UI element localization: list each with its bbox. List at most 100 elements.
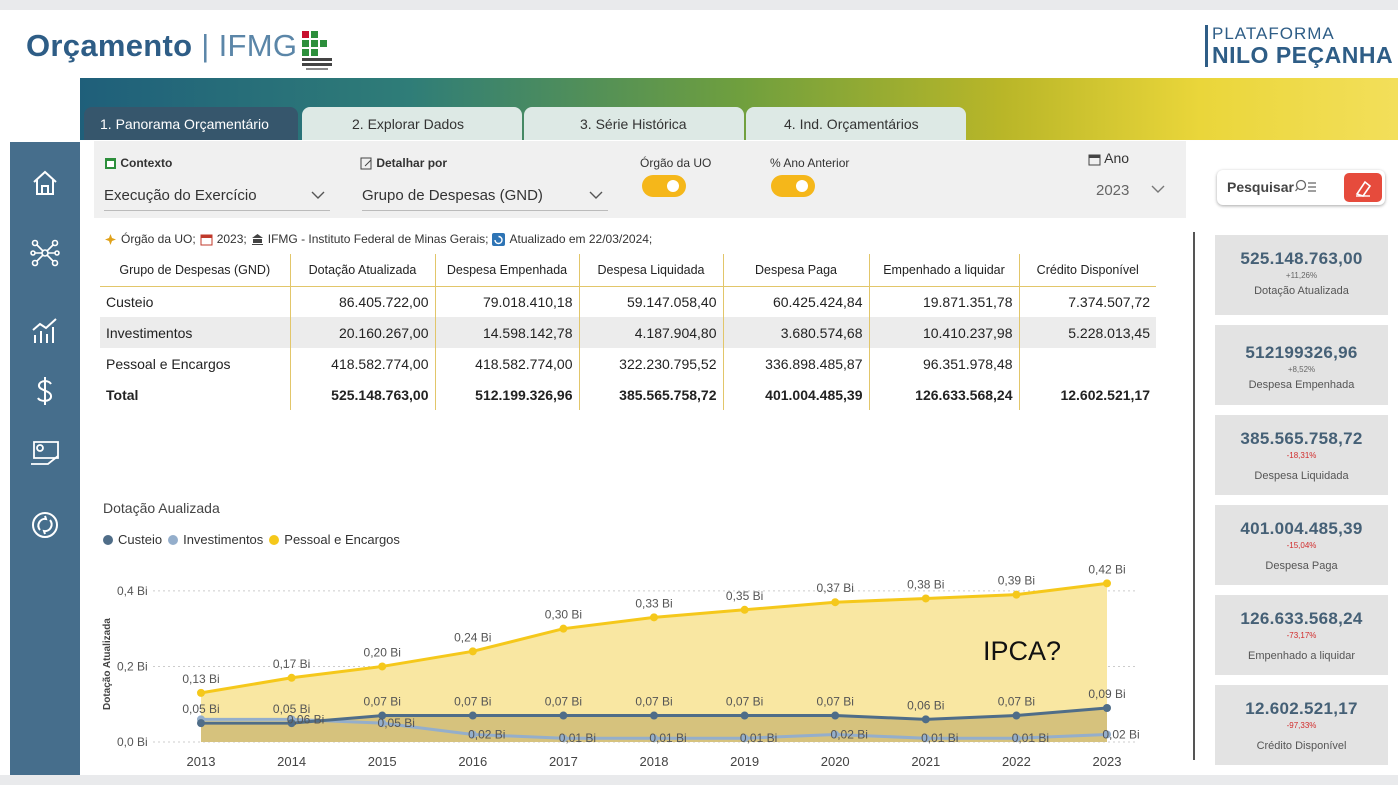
table-row[interactable]: Pessoal e Encargos 418.582.774,00 418.58… [100, 348, 1156, 379]
table-cell: 418.582.774,00 [435, 348, 580, 379]
home-icon[interactable] [24, 162, 66, 204]
legend-custeio[interactable]: Custeio [118, 532, 162, 547]
kpi-card[interactable]: 512199326,96 +8,52% Despesa Empenhada [1215, 325, 1388, 405]
data-label-custeio: 0,07 Bi [364, 695, 401, 709]
hand-money-icon[interactable] [24, 432, 66, 474]
kpi-card[interactable]: 525.148.763,00 +11,26% Dotação Atualizad… [1215, 235, 1388, 315]
chart-icon[interactable] [24, 310, 66, 352]
data-point-pessoal [378, 662, 387, 671]
table-row[interactable]: Custeio 86.405.722,00 79.018.410,18 59.1… [100, 286, 1156, 317]
table-cell: 20.160.267,00 [290, 317, 436, 348]
dollar-icon[interactable] [24, 370, 66, 412]
data-label-investimentos: 0,06 Bi [287, 712, 324, 726]
network-icon[interactable] [24, 232, 66, 274]
table-cell: 418.582.774,00 [290, 348, 436, 379]
column-header[interactable]: Crédito Disponível [1019, 254, 1156, 286]
column-header[interactable]: Despesa Liquidada [579, 254, 724, 286]
table-cell: 4.187.904,80 [579, 317, 724, 348]
data-label-pessoal: 0,17 Bi [273, 657, 310, 671]
chevron-down-icon [311, 191, 325, 199]
data-point-custeio [650, 711, 658, 720]
data-label-custeio: 0,05 Bi [182, 702, 219, 716]
data-label-pessoal: 0,35 Bi [726, 589, 763, 603]
data-point-custeio [559, 711, 568, 720]
tab-panorama[interactable]: 1. Panorama Orçamentário [84, 107, 298, 140]
top-strip [0, 0, 1398, 10]
x-tick-label: 2013 [187, 754, 216, 769]
brand-institution: IFMG [218, 28, 298, 63]
column-header[interactable]: Empenhado a liquidar [869, 254, 1020, 286]
table-cell: Investimentos [100, 317, 291, 348]
data-point-pessoal [921, 594, 930, 603]
platform-line2: NILO PEÇANHA [1212, 42, 1394, 68]
kpi-delta: +8,52% [1287, 365, 1316, 374]
app-title: Orçamento | IFMG [26, 28, 297, 64]
orgao-toggle[interactable] [642, 175, 686, 197]
search-box[interactable]: Pesquisar [1217, 170, 1385, 205]
data-label-pessoal: 0,33 Bi [635, 596, 672, 610]
cycle-icon[interactable] [24, 504, 66, 546]
summary-ano: 2023; [216, 232, 247, 246]
tab-label: 2. Explorar Dados [352, 115, 465, 132]
kpi-value: 12.602.521,17 [1245, 699, 1358, 718]
data-point-pessoal [650, 613, 658, 622]
tab-ind-orcamentarios[interactable]: 4. Ind. Orçamentários [746, 107, 966, 140]
tab-label: 1. Panorama Orçamentário [100, 115, 269, 132]
table-cell: 86.405.722,00 [290, 286, 436, 317]
area-chart: 0,0 Bi 0,2 Bi 0,4 Bi Dotação Atualizada 0,13… [102, 562, 1140, 769]
x-tick-label: 2022 [1002, 754, 1031, 769]
app-root: { "header": {"brand_bold": "Orçamento", … [0, 0, 1398, 785]
kpi-value: 401.004.485,39 [1240, 519, 1363, 538]
calendar-icon [200, 234, 213, 245]
table-cell: 10.410.237,98 [869, 317, 1020, 348]
kpi-card[interactable]: 126.633.568,24 -73,17% Empenhado a liqui… [1215, 595, 1388, 675]
table-total-row: Total 525.148.763,00 512.199.326,96 385.… [100, 379, 1156, 410]
data-point-pessoal [197, 688, 205, 697]
data-label-custeio: 0,07 Bi [545, 695, 582, 709]
table-cell: 7.374.507,72 [1068, 293, 1150, 310]
filter-summary: Órgão da UO; 2023; IFMG - Instituto Fede… [104, 232, 652, 246]
contexto-dropdown[interactable]: Execução do Exercício [104, 181, 330, 211]
data-point-custeio [921, 715, 930, 724]
data-label-custeio: 0,07 Bi [635, 695, 672, 709]
tab-explorar-dados[interactable]: 2. Explorar Dados [302, 107, 522, 140]
table-cell: 59.147.058,40 [579, 286, 724, 317]
column-header[interactable]: Despesa Paga [723, 254, 870, 286]
kpi-card[interactable]: 12.602.521,17 -97,33% Crédito Disponível [1215, 685, 1388, 765]
column-header[interactable]: Grupo de Despesas (GND) [100, 254, 291, 286]
kpi-delta: -97,33% [1286, 721, 1317, 730]
kpi-card[interactable]: 385.565.758,72 -18,31% Despesa Liquidada [1215, 415, 1388, 495]
kpi-divider [1193, 232, 1195, 760]
table-cell: 525.148.763,00 [290, 379, 436, 410]
bottom-strip [0, 775, 1398, 785]
data-label-investimentos: 0,02 Bi [831, 727, 868, 741]
ano-label-text: Ano [1104, 150, 1130, 166]
table-row[interactable]: Investimentos 20.160.267,00 14.598.142,7… [100, 317, 1156, 348]
header: Orçamento | IFMG PLATAFORMA NILO PEÇANHA [0, 10, 1398, 78]
table-cell: 12.602.521,17 [1060, 386, 1150, 403]
kpi-name: Crédito Disponível [1256, 740, 1347, 752]
kpi-value: 126.633.568,24 [1240, 609, 1363, 628]
chart-legend: Custeio Investimentos Pessoal e Encargos [103, 532, 400, 547]
data-label-investimentos: 0,01 Bi [921, 731, 958, 745]
column-header[interactable]: Despesa Empenhada [435, 254, 580, 286]
data-point-pessoal [468, 647, 477, 656]
detalhar-dropdown[interactable]: Grupo de Despesas (GND) [362, 181, 608, 211]
data-label-investimentos: 0,05 Bi [378, 716, 415, 730]
contexto-label-text: Contexto [120, 156, 173, 170]
data-label-investimentos: 0,01 Bi [649, 731, 686, 745]
data-label-investimentos: 0,02 Bi [468, 727, 505, 741]
ano-dropdown[interactable]: 2023 [1096, 175, 1170, 205]
ano-anterior-toggle[interactable] [771, 175, 815, 197]
data-point-custeio [831, 711, 840, 720]
legend-pessoal[interactable]: Pessoal e Encargos [284, 532, 400, 547]
tab-serie-historica[interactable]: 3. Série Histórica [524, 107, 744, 140]
kpi-card[interactable]: 401.004.485,39 -15,04% Despesa Paga [1215, 505, 1388, 585]
x-tick-label: 2018 [640, 754, 669, 769]
data-label-pessoal: 0,39 Bi [998, 574, 1035, 588]
clear-filters-button[interactable] [1344, 173, 1382, 202]
column-header[interactable]: Dotação Atualizada [290, 254, 436, 286]
legend-investimentos[interactable]: Investimentos [183, 532, 263, 547]
chart-title: Dotação Aualizada [103, 500, 220, 516]
y-tick-label: 0,0 Bi [117, 735, 148, 749]
